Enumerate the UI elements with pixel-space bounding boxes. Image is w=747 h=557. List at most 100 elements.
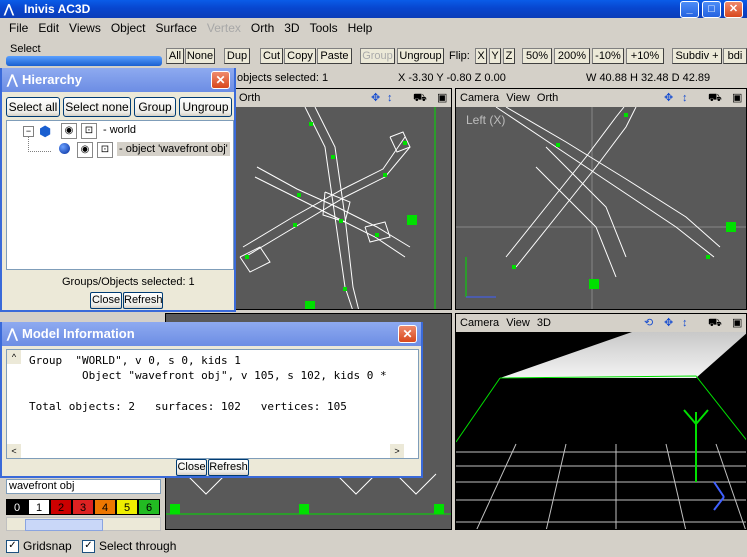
flip-x-button[interactable]: X bbox=[475, 48, 487, 64]
palette-color-5[interactable]: 5 bbox=[116, 499, 138, 515]
visibility-eye-icon[interactable]: ◉ bbox=[61, 123, 77, 139]
model-info-line-object: Object "wavefront obj", v 105, s 102, ki… bbox=[29, 369, 387, 382]
model-info-refresh-button[interactable]: Refresh bbox=[208, 459, 249, 476]
copy-button[interactable]: Copy bbox=[284, 48, 316, 64]
minimize-button[interactable]: _ bbox=[680, 1, 699, 18]
zoom-minus-10-button[interactable]: -10% bbox=[592, 48, 624, 64]
hierarchy-refresh-button[interactable]: Refresh bbox=[123, 292, 163, 309]
hierarchy-panel: ⋀ Hierarchy ✕ Select all Select none Gro… bbox=[0, 68, 236, 312]
reset-view-icon[interactable]: ⛟ bbox=[708, 89, 722, 107]
menu-item-3d[interactable]: 3D bbox=[279, 19, 304, 37]
select-mode-strip[interactable] bbox=[6, 56, 162, 66]
reset-view-icon[interactable]: ⛟ bbox=[413, 89, 427, 107]
menu-item-orth[interactable]: Orth bbox=[246, 19, 279, 37]
pan-icon[interactable]: ✥ bbox=[664, 89, 673, 107]
paste-button[interactable]: Paste bbox=[317, 48, 352, 64]
flip-z-button[interactable]: Z bbox=[503, 48, 515, 64]
pan-icon[interactable]: ✥ bbox=[371, 89, 380, 107]
pan-icon[interactable]: ✥ bbox=[664, 314, 673, 332]
zoom-icon[interactable]: ↕ bbox=[387, 89, 393, 107]
zoom-200-button[interactable]: 200% bbox=[554, 48, 590, 64]
menu-item-help[interactable]: Help bbox=[343, 19, 378, 37]
palette-color-0[interactable]: 0 bbox=[6, 499, 28, 515]
model-info-title: Model Information bbox=[22, 326, 135, 341]
select-all-toolbar-button[interactable]: All bbox=[166, 48, 184, 64]
gridsnap-checkbox[interactable]: ✓ Gridsnap bbox=[6, 539, 72, 554]
scroll-up-icon[interactable]: ^ bbox=[7, 350, 21, 364]
reset-view-icon[interactable]: ⛟ bbox=[708, 314, 722, 332]
model-info-close-icon[interactable]: ✕ bbox=[398, 325, 417, 343]
maximize-viewport-icon[interactable]: ▣ bbox=[437, 89, 447, 107]
hierarchy-ungroup-button[interactable]: Ungroup bbox=[179, 97, 232, 117]
hierarchy-group-button[interactable]: Group bbox=[134, 97, 176, 117]
wireframe-top-left bbox=[239, 107, 436, 309]
zoom-icon[interactable]: ↕ bbox=[682, 314, 688, 332]
palette-scroll-thumb[interactable] bbox=[25, 519, 103, 531]
menu-item-file[interactable]: File bbox=[4, 19, 33, 37]
palette-color-6[interactable]: 6 bbox=[138, 499, 160, 515]
visibility-eye-icon[interactable]: ◉ bbox=[77, 142, 93, 158]
zoom-plus-10-button[interactable]: +10% bbox=[626, 48, 664, 64]
group-toolbar-button[interactable]: Group bbox=[360, 48, 395, 64]
bdi-button[interactable]: bdi bbox=[723, 48, 747, 64]
checkbox-check-icon: ✓ bbox=[82, 540, 95, 554]
palette-color-4[interactable]: 4 bbox=[94, 499, 116, 515]
tree-item-world[interactable]: - world bbox=[103, 124, 136, 136]
object-name-field[interactable]: wavefront obj bbox=[6, 479, 161, 494]
viewport-header: Orth ✥ ↕ ⛟ ▣ bbox=[235, 89, 451, 107]
viewport-top-right[interactable]: Camera View Orth ✥ ↕ ⛟ ▣ Left (X) bbox=[455, 88, 747, 310]
object-sphere-icon bbox=[59, 143, 70, 154]
app-titlebar: ⋀ Inivis AC3D _ □ ✕ bbox=[0, 0, 747, 18]
zoom-icon[interactable]: ↕ bbox=[682, 89, 688, 107]
maximize-viewport-icon[interactable]: ▣ bbox=[732, 314, 742, 332]
model-information-panel: ⋀ Model Information ✕ Group "WORLD", v 0… bbox=[0, 322, 423, 478]
palette-color-2[interactable]: 2 bbox=[50, 499, 72, 515]
palette-color-3[interactable]: 3 bbox=[72, 499, 94, 515]
lock-icon[interactable]: ⊡ bbox=[97, 142, 113, 158]
viewport-camera-label: Camera bbox=[460, 92, 500, 104]
scroll-right-icon[interactable]: > bbox=[390, 444, 404, 458]
groups-selected-status: Groups/Objects selected: 1 bbox=[62, 276, 195, 288]
tree-item-object[interactable]: - object 'wavefront obj' bbox=[117, 142, 230, 156]
select-none-toolbar-button[interactable]: None bbox=[185, 48, 215, 64]
cut-button[interactable]: Cut bbox=[260, 48, 283, 64]
select-through-checkbox[interactable]: ✓ Select through bbox=[82, 539, 176, 554]
menu-item-tools[interactable]: Tools bbox=[305, 19, 343, 37]
model-info-titlebar[interactable]: ⋀ Model Information ✕ bbox=[2, 322, 421, 346]
close-button[interactable]: ✕ bbox=[724, 1, 743, 18]
menu-item-edit[interactable]: Edit bbox=[33, 19, 64, 37]
scroll-left-icon[interactable]: < bbox=[7, 444, 21, 458]
ungroup-toolbar-button[interactable]: Ungroup bbox=[397, 48, 444, 64]
hierarchy-close-button[interactable]: Close bbox=[90, 292, 122, 309]
viewport-header: Camera View Orth ✥ ↕ ⛟ ▣ bbox=[456, 89, 746, 107]
viewport-top-left[interactable]: Orth ✥ ↕ ⛟ ▣ bbox=[234, 88, 452, 310]
lock-icon[interactable]: ⊡ bbox=[81, 123, 97, 139]
viewport-view-label: View bbox=[506, 92, 530, 104]
hierarchy-close-icon[interactable]: ✕ bbox=[211, 71, 230, 89]
zoom-50-button[interactable]: 50% bbox=[522, 48, 552, 64]
hierarchy-select-none-button[interactable]: Select none bbox=[63, 97, 131, 117]
viewport-view-label: View bbox=[506, 317, 530, 329]
hierarchy-select-all-button[interactable]: Select all bbox=[6, 97, 60, 117]
model-info-line-group: Group "WORLD", v 0, s 0, kids 1 bbox=[29, 354, 241, 367]
flip-label: Flip: bbox=[449, 50, 470, 62]
viewport-bottom-right-3d[interactable]: Camera View 3D ⟲ ✥ ↕ ⛟ ▣ bbox=[455, 313, 747, 530]
rotate-icon[interactable]: ⟲ bbox=[644, 314, 653, 332]
palette-scrollbar[interactable] bbox=[6, 517, 161, 531]
model-info-text-area[interactable]: Group "WORLD", v 0, s 0, kids 1 Object "… bbox=[6, 349, 419, 459]
menu-item-views[interactable]: Views bbox=[64, 19, 106, 37]
wireframe-top-right bbox=[456, 107, 746, 309]
menu-item-surface[interactable]: Surface bbox=[151, 19, 202, 37]
maximize-button[interactable]: □ bbox=[702, 1, 721, 18]
selection-dimensions: W 40.88 H 32.48 D 42.89 bbox=[586, 72, 711, 84]
menu-item-vertex[interactable]: Vertex bbox=[202, 19, 246, 37]
dup-button[interactable]: Dup bbox=[224, 48, 250, 64]
model-info-close-button[interactable]: Close bbox=[176, 459, 207, 476]
flip-y-button[interactable]: Y bbox=[489, 48, 501, 64]
hierarchy-titlebar[interactable]: ⋀ Hierarchy ✕ bbox=[2, 68, 234, 92]
subdiv-button[interactable]: Subdiv + bbox=[672, 48, 722, 64]
maximize-viewport-icon[interactable]: ▣ bbox=[732, 89, 742, 107]
tree-expand-icon[interactable]: − bbox=[23, 126, 34, 137]
palette-color-1[interactable]: 1 bbox=[28, 499, 50, 515]
menu-item-object[interactable]: Object bbox=[106, 19, 151, 37]
